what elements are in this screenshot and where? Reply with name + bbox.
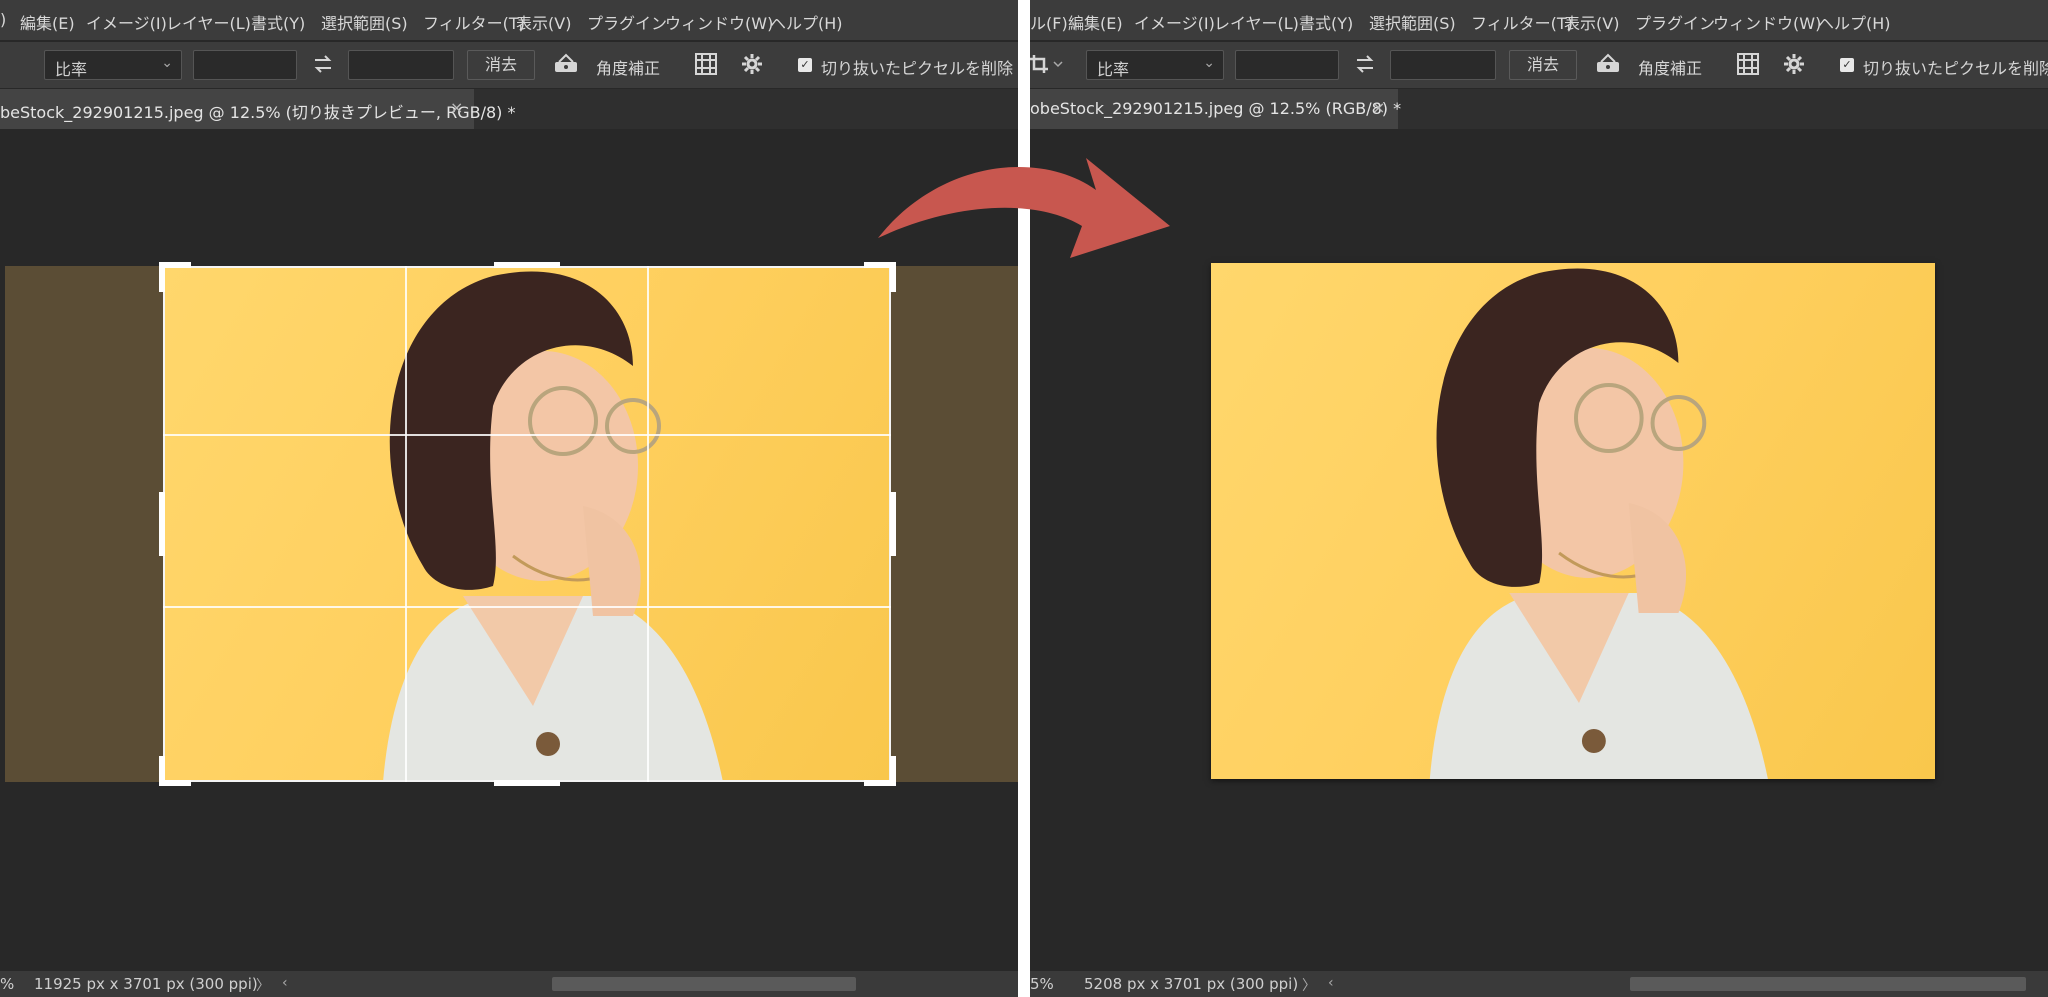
gear-icon[interactable] xyxy=(1782,52,1806,80)
crop-handle-left[interactable] xyxy=(159,492,165,556)
zoom-level[interactable]: 5% xyxy=(1030,975,1054,993)
curved-arrow-icon xyxy=(878,158,1170,258)
ratio-select-label: 比率 xyxy=(55,60,88,79)
straighten-level-icon[interactable] xyxy=(553,52,579,80)
menu-item-image[interactable]: イメージ(I) xyxy=(86,10,167,34)
crop-tool-icon[interactable] xyxy=(1030,53,1064,79)
menu-item-image[interactable]: イメージ(I) xyxy=(1134,10,1215,34)
canvas-area[interactable] xyxy=(1030,129,2048,971)
chevron-down-icon: ⌄ xyxy=(161,55,173,71)
menu-item-edit[interactable]: 編集(E) xyxy=(1068,10,1123,34)
straighten-label[interactable]: 角度補正 xyxy=(596,55,660,79)
menu-item-type[interactable]: 書式(Y) xyxy=(251,10,305,34)
swap-arrows-icon[interactable] xyxy=(312,53,334,79)
crop-grid-line xyxy=(163,606,891,608)
overlay-grid-icon[interactable] xyxy=(1736,52,1760,80)
zoom-level[interactable]: % xyxy=(0,975,14,993)
document-tab-title: beStock_292901215.jpeg @ 12.5% (切り抜きプレビュ… xyxy=(0,103,516,122)
menu-item-layer[interactable]: レイヤー(L) xyxy=(166,10,251,34)
document-tab[interactable]: beStock_292901215.jpeg @ 12.5% (切り抜きプレビュ… xyxy=(0,89,515,129)
delete-pixels-label: 切り抜いたピクセルを削除 xyxy=(1863,59,2048,78)
status-bar: % 11925 px x 3701 px (300 ppi) 〉 ‹ xyxy=(0,971,1018,997)
close-icon[interactable]: × xyxy=(1372,98,1385,117)
document-tab-bar: beStock_292901215.jpeg @ 12.5% (切り抜きプレビュ… xyxy=(0,89,1018,129)
menu-item-cut[interactable]: ) xyxy=(0,10,6,29)
menu-item-plugins[interactable]: プラグイン xyxy=(1635,10,1715,34)
document-dimensions: 11925 px x 3701 px (300 ppi) xyxy=(34,975,258,993)
straighten-label[interactable]: 角度補正 xyxy=(1638,55,1702,79)
delete-pixels-checkbox[interactable]: ✓ xyxy=(1840,58,1854,72)
delete-pixels-label: 切り抜いたピクセルを削除 xyxy=(821,59,1014,78)
menu-item-view[interactable]: 表示(V) xyxy=(1564,10,1619,34)
ratio-select-label: 比率 xyxy=(1097,60,1130,79)
menu-bar: ル(F) 編集(E) イメージ(I) レイヤー(L) 書式(Y) 選択範囲(S)… xyxy=(1030,0,2048,40)
status-menu-arrow-icon[interactable]: 〉 xyxy=(256,975,270,995)
straighten-level-icon[interactable] xyxy=(1595,52,1621,80)
crop-grid-line xyxy=(647,266,649,782)
crop-handle-bottom-left[interactable] xyxy=(159,756,165,786)
status-bar: 5% 5208 px x 3701 px (300 ppi) 〉 ‹ xyxy=(1030,971,2048,997)
menu-item-type[interactable]: 書式(Y) xyxy=(1299,10,1353,34)
crop-handle-top[interactable] xyxy=(494,262,560,268)
menu-item-select[interactable]: 選択範囲(S) xyxy=(1369,10,1456,34)
crop-grid-line xyxy=(405,266,407,782)
crop-handle-top-left[interactable] xyxy=(159,262,165,292)
menu-item-file[interactable]: ル(F) xyxy=(1030,10,1068,34)
document-tab-bar: obeStock_292901215.jpeg @ 12.5% (RGB/8) … xyxy=(1030,89,2048,129)
horizontal-scrollbar[interactable] xyxy=(1630,977,2026,991)
swap-arrows-icon[interactable] xyxy=(1354,53,1376,79)
status-menu-arrow-icon[interactable]: 〉 xyxy=(1302,975,1316,995)
clear-button[interactable]: 消去 xyxy=(467,50,535,80)
clear-button[interactable]: 消去 xyxy=(1509,50,1577,80)
cropped-photo xyxy=(1211,263,1935,779)
scroll-left-icon[interactable]: ‹ xyxy=(1328,975,1334,991)
ratio-height-input[interactable] xyxy=(348,50,454,80)
document-tab[interactable]: obeStock_292901215.jpeg @ 12.5% (RGB/8) … xyxy=(1030,89,1402,129)
menu-item-layer[interactable]: レイヤー(L) xyxy=(1214,10,1299,34)
menu-item-window[interactable]: ウィンドウ(W) xyxy=(665,10,773,34)
ratio-select[interactable]: 比率 ⌄ xyxy=(44,50,182,80)
ratio-select[interactable]: 比率 ⌄ xyxy=(1086,50,1224,80)
options-bar: 比率 ⌄ 消去 角度補正 ✓ 切り抜いたピクセルを削除 xyxy=(1030,42,2048,88)
crop-grid-line xyxy=(163,434,891,436)
menu-item-plugins[interactable]: プラグイン xyxy=(587,10,667,34)
menu-item-select[interactable]: 選択範囲(S) xyxy=(321,10,408,34)
right-panel-result: ル(F) 編集(E) イメージ(I) レイヤー(L) 書式(Y) 選択範囲(S)… xyxy=(1030,0,2048,997)
scroll-left-icon[interactable]: ‹ xyxy=(282,975,288,991)
menu-item-help[interactable]: ヘルプ(H) xyxy=(1818,10,1891,34)
menu-item-filter[interactable]: フィルター(T) xyxy=(423,10,525,34)
crop-handle-right[interactable] xyxy=(890,492,896,556)
ratio-width-input[interactable] xyxy=(193,50,297,80)
menu-item-window[interactable]: ウィンドウ(W) xyxy=(1713,10,1821,34)
close-icon[interactable]: × xyxy=(450,98,463,117)
menu-bar: ) 編集(E) イメージ(I) レイヤー(L) 書式(Y) 選択範囲(S) フィ… xyxy=(0,0,1018,40)
gear-icon[interactable] xyxy=(740,52,764,80)
crop-handle-bottom[interactable] xyxy=(494,780,560,786)
menu-item-edit[interactable]: 編集(E) xyxy=(20,10,75,34)
options-bar: 比率 ⌄ 消去 角度補正 ✓ 切り抜いたピクセルを削除 xyxy=(0,42,1018,88)
horizontal-scrollbar[interactable] xyxy=(552,977,856,991)
crop-handle-bottom-right[interactable] xyxy=(890,756,896,786)
crop-frame[interactable] xyxy=(163,266,891,782)
document-dimensions: 5208 px x 3701 px (300 ppi) xyxy=(1084,975,1299,993)
menu-item-help[interactable]: ヘルプ(H) xyxy=(770,10,843,34)
document-tab-title: obeStock_292901215.jpeg @ 12.5% (RGB/8) … xyxy=(1030,99,1402,118)
menu-item-view[interactable]: 表示(V) xyxy=(516,10,571,34)
chevron-down-icon: ⌄ xyxy=(1203,55,1215,71)
menu-item-filter[interactable]: フィルター(T) xyxy=(1471,10,1573,34)
woman-portrait-image xyxy=(1429,268,1768,779)
delete-pixels-checkbox[interactable]: ✓ xyxy=(798,58,812,72)
ratio-width-input[interactable] xyxy=(1235,50,1339,80)
ratio-height-input[interactable] xyxy=(1390,50,1496,80)
overlay-grid-icon[interactable] xyxy=(694,52,718,80)
